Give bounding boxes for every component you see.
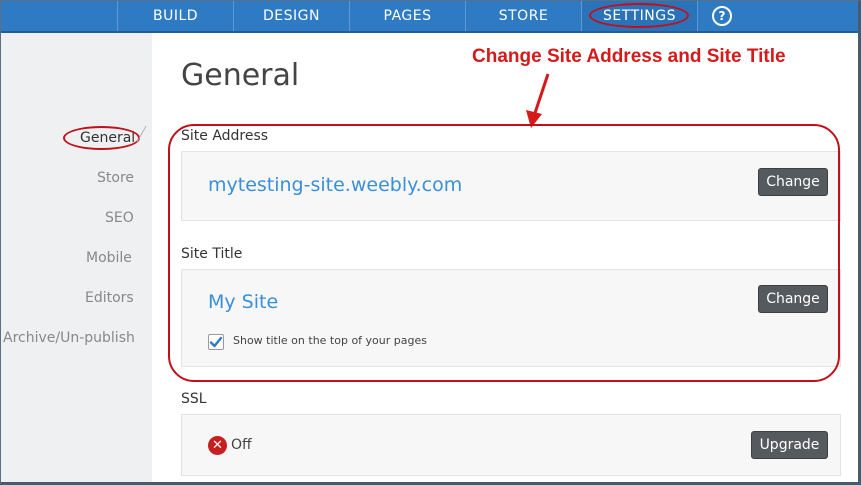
nav-tab-store[interactable]: STORE [465,0,581,31]
show-title-checkbox-label: Show title on the top of your pages [233,334,427,347]
site-title-panel [181,269,841,367]
change-site-address-button[interactable]: Change [758,168,828,196]
site-title-label: Site Title [181,246,243,262]
annotation-callout: Change Site Address and Site Title [472,46,786,67]
question-circle-icon[interactable]: ? [712,6,732,26]
sidebar-item-archive-unpublish[interactable]: Archive/Un-publish [3,330,135,346]
site-address-label: Site Address [181,128,269,144]
sidebar-item-mobile[interactable]: Mobile [86,250,132,266]
nav-tab-design[interactable]: DESIGN [233,0,349,31]
sidebar-item-seo[interactable]: SEO [105,210,134,226]
page-title: General [181,58,300,93]
top-navigation-bar: BUILD DESIGN PAGES STORE SETTINGS ? [0,0,861,33]
sidebar-item-editors[interactable]: Editors [85,290,134,306]
sidebar-item-general[interactable]: General [80,130,135,146]
annotation-arrow-icon [526,73,550,128]
show-title-checkbox[interactable] [208,334,224,350]
x-circle-icon: ✕ [208,436,227,455]
nav-tab-pages[interactable]: PAGES [349,0,465,31]
ssl-status: Off [231,437,252,453]
checkmark-icon [209,336,223,348]
nav-tab-build[interactable]: BUILD [117,0,233,31]
upgrade-ssl-button[interactable]: Upgrade [751,431,828,459]
nav-tab-settings[interactable]: SETTINGS [581,0,697,31]
site-title-value[interactable]: My Site [208,291,278,313]
change-site-title-button[interactable]: Change [758,285,828,313]
nav-left-spacer [0,0,117,31]
ssl-label: SSL [181,391,207,407]
site-address-value[interactable]: mytesting-site.weebly.com [208,174,462,196]
ssl-panel [181,414,841,476]
sidebar-item-store[interactable]: Store [97,170,134,186]
